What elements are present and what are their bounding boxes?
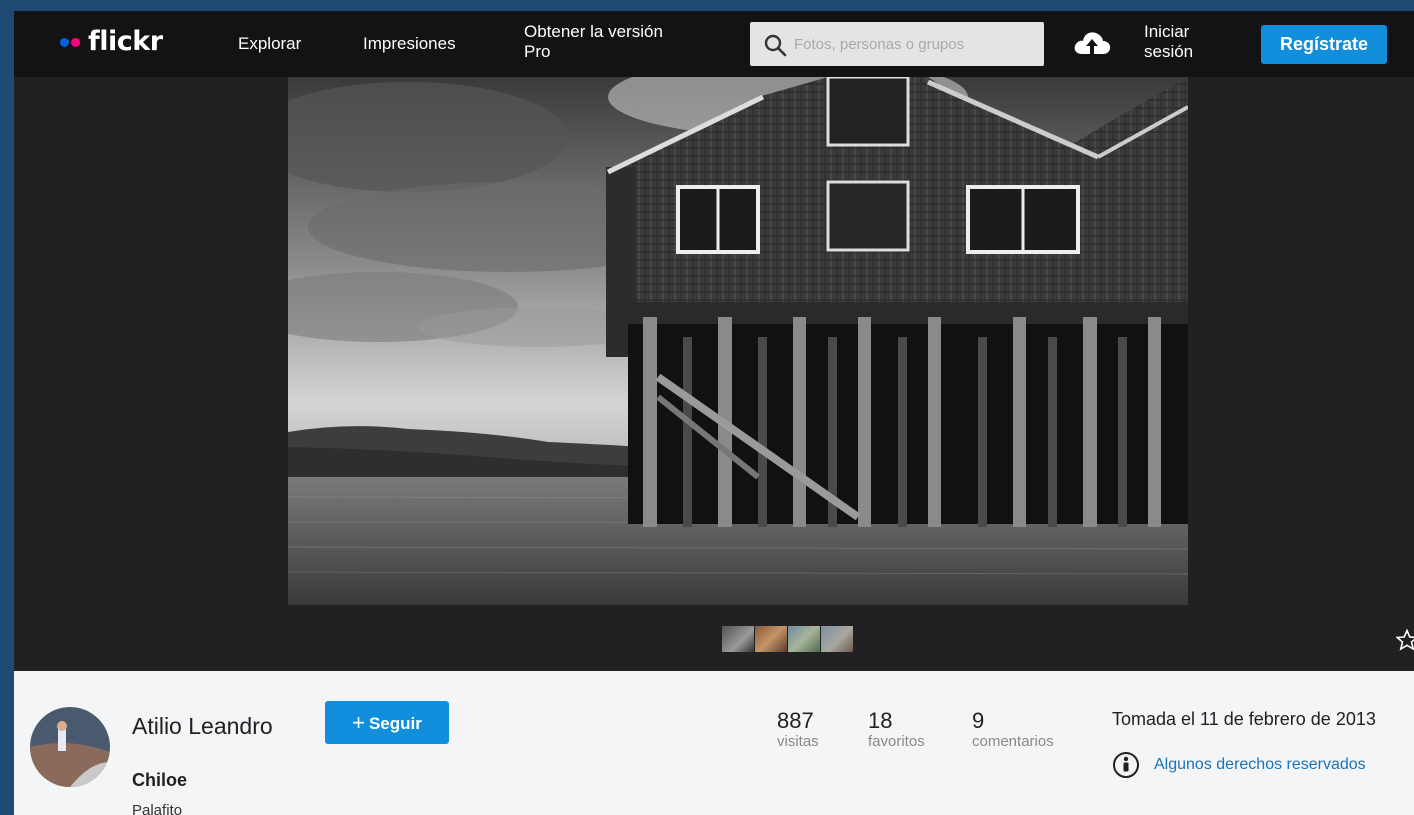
main-photo[interactable] <box>288 77 1188 605</box>
author-name[interactable]: Atilio Leandro <box>132 713 273 739</box>
license-link[interactable]: Algunos derechos reservados <box>1112 751 1366 779</box>
nav-link-pro-line2: Pro <box>524 42 551 61</box>
flickr-logo[interactable]: flickr <box>60 27 163 57</box>
taken-date: Tomada el 11 de febrero de 2013 <box>1112 709 1376 729</box>
nav-link-explorar[interactable]: Explorar <box>238 34 301 54</box>
nav-link-pro-line1: Obtener la versión <box>524 22 663 41</box>
login-link[interactable]: Iniciar sesión <box>1144 22 1193 62</box>
photo-title: Chiloe <box>132 770 188 790</box>
stat-value: 18 <box>868 708 893 733</box>
follow-label: Seguir <box>368 714 422 733</box>
stat-label: comentarios <box>972 733 1054 750</box>
stat-views: 887 visitas <box>777 709 819 751</box>
thumbnail[interactable] <box>788 626 820 652</box>
flickr-photo-page: flickr Explorar Impresiones Obtener la v… <box>14 11 1414 815</box>
logo-dot-blue <box>60 37 69 47</box>
photo-thumbnails <box>722 626 853 652</box>
logo-dot-pink <box>71 37 80 47</box>
search-input[interactable] <box>794 30 1034 58</box>
photo-info-panel: Atilio Leandro + Seguir Chiloe Palafito 8… <box>14 671 1414 815</box>
photo-description: Palafito <box>132 802 183 815</box>
login-line1: Iniciar <box>1144 22 1190 41</box>
top-nav: flickr Explorar Impresiones Obtener la v… <box>14 11 1414 77</box>
avatar[interactable] <box>30 707 110 787</box>
search-icon <box>764 34 787 57</box>
signup-button[interactable]: Regístrate <box>1261 25 1387 64</box>
logo-text: flickr <box>88 26 163 57</box>
thumbnail[interactable] <box>722 626 754 652</box>
license-text: Algunos derechos reservados <box>1154 756 1366 773</box>
login-line2: sesión <box>1144 42 1194 61</box>
search-box[interactable] <box>750 22 1044 66</box>
upload-cloud-icon[interactable] <box>1072 26 1112 60</box>
stat-favorites: 18 favoritos <box>868 709 925 751</box>
favorite-star-icon[interactable] <box>1396 629 1414 651</box>
stat-label: favoritos <box>868 733 925 750</box>
stat-label: visitas <box>777 733 819 750</box>
thumbnail[interactable] <box>755 626 787 652</box>
plus-icon: + <box>352 710 365 735</box>
nav-link-impresiones[interactable]: Impresiones <box>363 34 456 54</box>
stat-value: 887 <box>777 708 814 733</box>
license-info-icon <box>1113 752 1139 778</box>
nav-link-pro[interactable]: Obtener la versión Pro <box>524 22 663 62</box>
stat-value: 9 <box>972 708 985 733</box>
stat-comments: 9 comentarios <box>972 709 1054 751</box>
follow-button[interactable]: + Seguir <box>325 701 449 744</box>
thumbnail[interactable] <box>821 626 853 652</box>
